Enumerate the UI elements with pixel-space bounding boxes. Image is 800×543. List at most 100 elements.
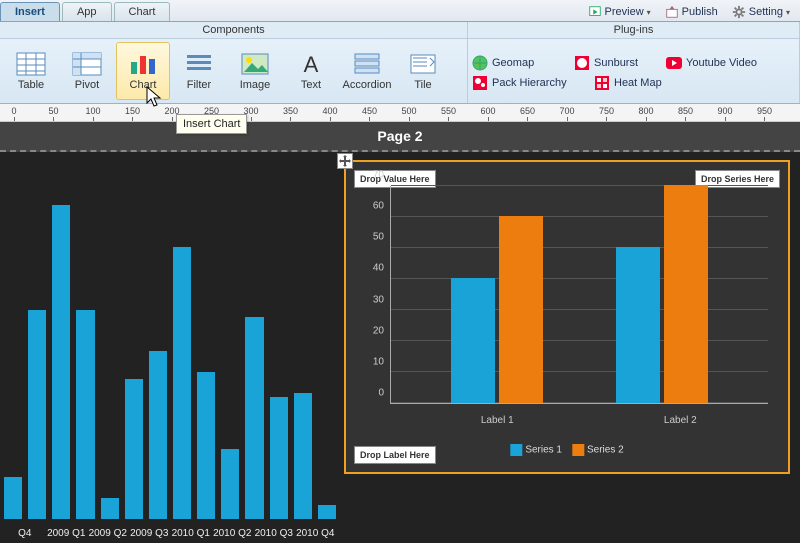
horizontal-ruler: 0501001502002503003504004505005506006507…: [0, 104, 800, 122]
y-tick-label: 20: [373, 325, 384, 336]
insert-text-button[interactable]: A Text: [284, 42, 338, 100]
filter-label: Filter: [187, 79, 211, 91]
plugin-geomap[interactable]: Geomap: [472, 55, 562, 71]
bar: [221, 449, 239, 519]
x-axis-label: 2009 Q3: [129, 528, 171, 539]
publish-button[interactable]: Publish: [661, 3, 722, 21]
plugin-youtube[interactable]: Youtube Video: [666, 55, 776, 71]
components-group-title: Components: [0, 22, 467, 39]
text-icon: A: [296, 52, 326, 76]
ribbon: Components Table Pivot Chart Filter Imag…: [0, 22, 800, 104]
legend-item: Series 2: [572, 444, 624, 456]
plugin-label: Heat Map: [614, 77, 662, 89]
bar: [4, 477, 22, 519]
filter-icon: [184, 52, 214, 76]
left-bar-chart[interactable]: Q42009 Q12009 Q22009 Q32010 Q12010 Q2201…: [0, 160, 340, 543]
preview-label: Preview: [605, 6, 644, 18]
publish-label: Publish: [682, 6, 718, 18]
y-tick-label: 40: [373, 263, 384, 274]
y-tick-label: 30: [373, 294, 384, 305]
tab-app[interactable]: App: [62, 2, 112, 21]
x-axis-label: 2010 Q3: [253, 528, 295, 539]
bar: [294, 393, 312, 519]
sunburst-icon: [574, 55, 590, 71]
y-tick-label: 50: [373, 232, 384, 243]
plugin-label: Geomap: [492, 57, 534, 69]
chart-icon: [128, 52, 158, 76]
placeholder-chart-plot: 010203040506070 Label 1 Label 2: [360, 182, 776, 424]
insert-tile-button[interactable]: Tile: [396, 42, 450, 100]
tile-icon: [408, 52, 438, 76]
preview-icon: [588, 5, 602, 19]
plugins-group-title: Plug-ins: [468, 22, 799, 39]
x-category-label: Label 2: [664, 415, 697, 426]
chart-label: Chart: [130, 79, 157, 91]
chart-legend: Series 1 Series 2: [510, 444, 623, 456]
bar: [101, 498, 119, 519]
move-handle-icon[interactable]: [337, 153, 353, 169]
table-label: Table: [18, 79, 44, 91]
tab-chart[interactable]: Chart: [114, 2, 171, 21]
x-axis-label: 2010 Q1: [170, 528, 212, 539]
bar: [270, 397, 288, 519]
image-label: Image: [240, 79, 271, 91]
x-axis-label: Q4: [4, 528, 46, 539]
x-axis-label: 2009 Q2: [87, 528, 129, 539]
pivot-label: Pivot: [75, 79, 99, 91]
bar: [125, 379, 143, 519]
youtube-icon: [666, 55, 682, 71]
y-tick-label: 60: [373, 201, 384, 212]
insert-table-button[interactable]: Table: [4, 42, 58, 100]
bar: [664, 185, 708, 403]
x-axis-label: 2010 Q2: [212, 528, 254, 539]
accordion-icon: [352, 52, 382, 76]
insert-chart-button[interactable]: Chart: [116, 42, 170, 100]
bar: [76, 310, 94, 519]
bar: [52, 205, 70, 519]
insert-accordion-button[interactable]: Accordion: [340, 42, 394, 100]
bar: [149, 351, 167, 519]
page-title: Page 2: [0, 122, 800, 152]
bar: [28, 310, 46, 519]
plugin-heat-map[interactable]: Heat Map: [594, 75, 684, 91]
insert-filter-button[interactable]: Filter: [172, 42, 226, 100]
tab-bar: Insert App Chart Preview▾ Publish Settin…: [0, 0, 800, 22]
gear-icon: [732, 5, 746, 19]
pivot-icon: [72, 52, 102, 76]
drop-label-placeholder[interactable]: Drop Label Here: [354, 446, 436, 464]
bar: [245, 317, 263, 519]
plugin-label: Pack Hierarchy: [492, 77, 567, 89]
tab-insert[interactable]: Insert: [0, 2, 60, 21]
preview-dropdown[interactable]: Preview▾: [584, 3, 655, 21]
chart-placeholder-frame[interactable]: Drop Value Here Drop Series Here Drop La…: [344, 160, 790, 474]
bar: [173, 247, 191, 519]
bar: [451, 278, 495, 403]
bar: [197, 372, 215, 519]
image-icon: [240, 52, 270, 76]
heat-map-icon: [594, 75, 610, 91]
insert-pivot-button[interactable]: Pivot: [60, 42, 114, 100]
accordion-label: Accordion: [343, 79, 392, 91]
tile-label: Tile: [414, 79, 431, 91]
plugin-sunburst[interactable]: Sunburst: [574, 55, 654, 71]
bar: [616, 247, 660, 403]
x-category-label: Label 1: [481, 415, 514, 426]
plugin-label: Sunburst: [594, 57, 638, 69]
y-tick-label: 70: [373, 170, 384, 181]
publish-icon: [665, 5, 679, 19]
legend-item: Series 1: [510, 444, 562, 456]
svg-text:A: A: [304, 52, 319, 76]
x-axis-label: 2009 Q1: [46, 528, 88, 539]
geomap-icon: [472, 55, 488, 71]
insert-image-button[interactable]: Image: [228, 42, 282, 100]
table-icon: [16, 52, 46, 76]
design-canvas[interactable]: Page 2 Q42009 Q12009 Q22009 Q32010 Q1201…: [0, 122, 800, 543]
setting-dropdown[interactable]: Setting▾: [728, 3, 794, 21]
bar: [499, 216, 543, 403]
y-tick-label: 0: [378, 388, 384, 399]
text-label: Text: [301, 79, 321, 91]
pack-hierarchy-icon: [472, 75, 488, 91]
tooltip-insert-chart: Insert Chart: [176, 114, 247, 134]
plugin-pack-hierarchy[interactable]: Pack Hierarchy: [472, 75, 582, 91]
setting-label: Setting: [749, 6, 783, 18]
